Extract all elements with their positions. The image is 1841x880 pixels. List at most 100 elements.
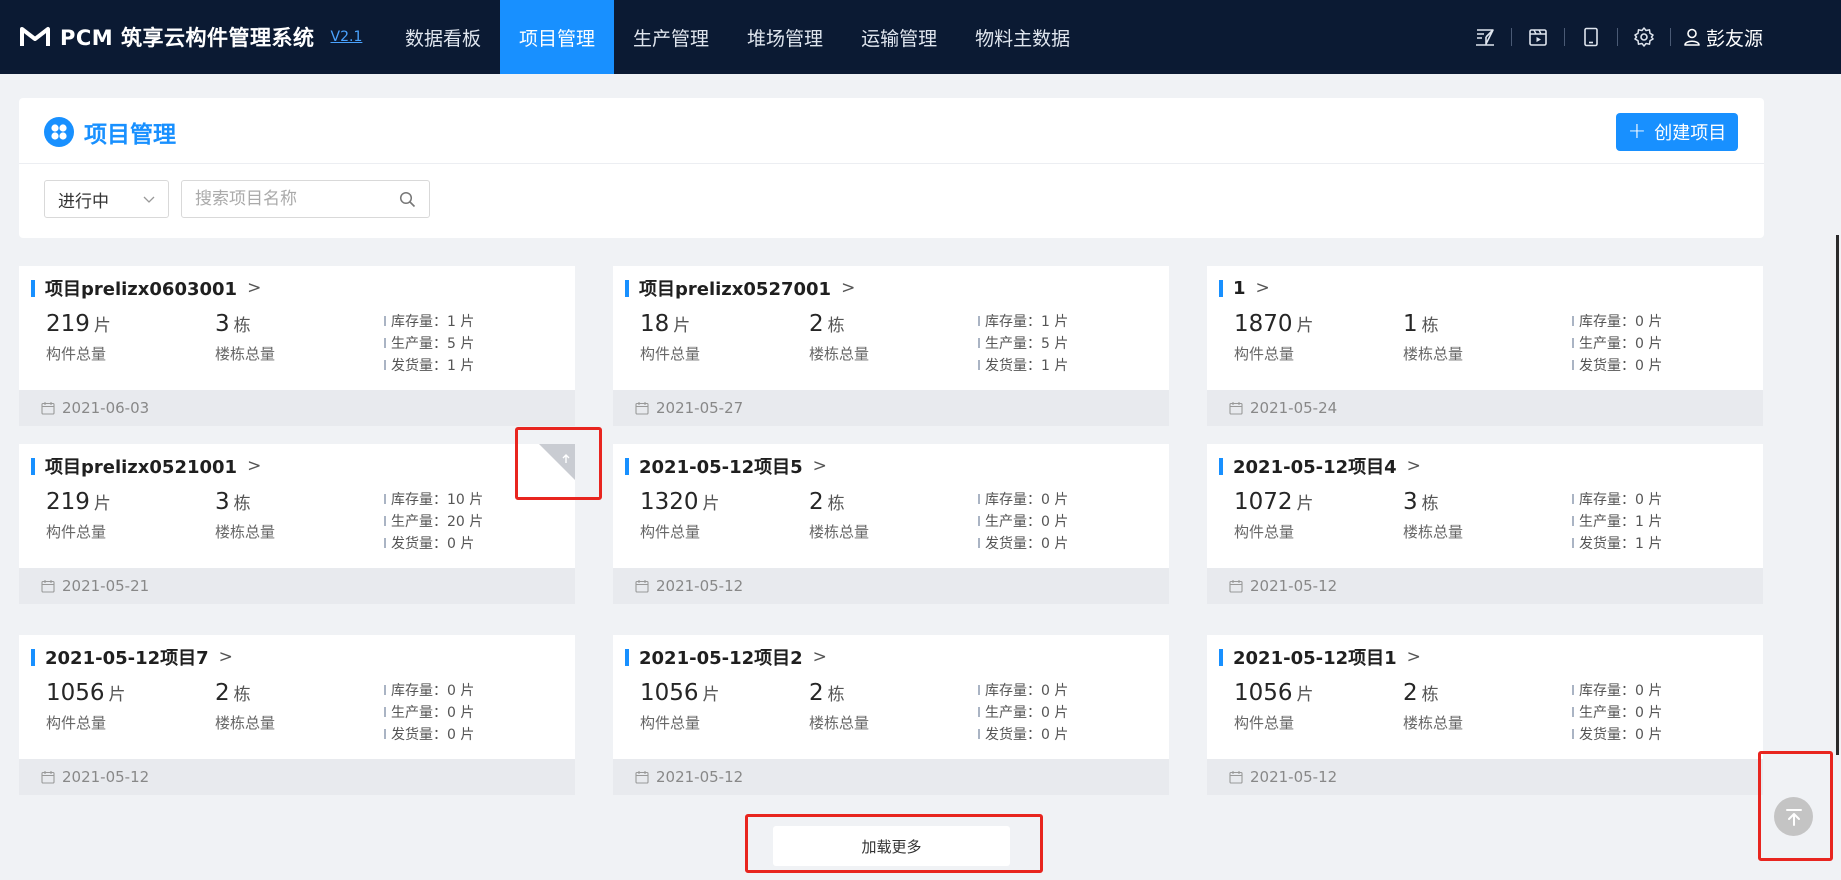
project-title-link[interactable]: 2021-05-12项目2 > bbox=[625, 646, 827, 669]
stock-stats: 库存量： 0 片 生产量： 0 片 发货量： 0 片 bbox=[1572, 310, 1662, 376]
card-footer: 2021-05-21 bbox=[19, 568, 575, 604]
shipped-value: 0 片 bbox=[1041, 536, 1069, 552]
components-label: 构件总量 bbox=[1234, 523, 1295, 541]
back-to-top-button[interactable] bbox=[1774, 797, 1813, 836]
components-label: 构件总量 bbox=[640, 345, 701, 363]
stat-marker bbox=[1572, 707, 1574, 717]
shipped-value: 0 片 bbox=[1041, 727, 1069, 743]
project-title-link[interactable]: 2021-05-12项目7 > bbox=[31, 646, 233, 669]
unit-label: 栋 bbox=[1421, 494, 1439, 514]
chevron-right-icon: > bbox=[247, 278, 262, 298]
produced-label: 生产量： bbox=[985, 514, 1041, 530]
video-icon[interactable] bbox=[1523, 22, 1553, 52]
project-name: 项目prelizx0527001 bbox=[639, 279, 832, 300]
project-card[interactable]: 项目prelizx0527001 > 18 片 构件总量 2栋 楼栋总量 库存量：… bbox=[613, 266, 1169, 426]
unit-label: 栋 bbox=[827, 494, 845, 514]
project-title-link[interactable]: 2021-05-12项目1 > bbox=[1219, 646, 1421, 669]
brand[interactable]: PCM 筑享云构件管理系统 V2.1 bbox=[20, 0, 362, 74]
unit-label: 栋 bbox=[233, 685, 251, 705]
project-name: 2021-05-12项目2 bbox=[639, 648, 803, 669]
produced-label: 生产量： bbox=[391, 336, 447, 352]
accent-bar bbox=[1219, 457, 1223, 475]
components-value: 1320 bbox=[640, 489, 699, 515]
components-value: 219 bbox=[46, 489, 90, 515]
unit-label: 片 bbox=[673, 316, 691, 336]
accent-bar bbox=[625, 279, 629, 297]
project-title-link[interactable]: 1 > bbox=[1219, 277, 1270, 299]
project-card[interactable]: 1 > 1870 片 构件总量 1栋 楼栋总量 库存量： 0 片 生产量： 0 片 发… bbox=[1207, 266, 1763, 426]
brand-name: PCM 筑享云构件管理系统 bbox=[60, 26, 315, 50]
nav-item-production[interactable]: 生产管理 bbox=[614, 0, 728, 74]
logo-icon bbox=[20, 27, 50, 46]
project-title-link[interactable]: 项目prelizx0521001 > bbox=[31, 455, 261, 478]
accent-bar bbox=[625, 457, 629, 475]
calendar-icon bbox=[41, 402, 55, 415]
status-filter-select[interactable]: 进行中 bbox=[44, 180, 169, 218]
produced-label: 生产量： bbox=[1579, 336, 1635, 352]
nav-item-project-management[interactable]: 项目管理 bbox=[500, 0, 615, 74]
produced-label: 生产量： bbox=[985, 336, 1041, 352]
arrow-up-to-top-icon bbox=[1785, 808, 1802, 826]
search-icon[interactable] bbox=[399, 191, 416, 208]
components-value: 1056 bbox=[1234, 680, 1293, 706]
user-menu[interactable]: 彭友源 bbox=[1682, 24, 1763, 51]
project-card[interactable]: 2021-05-12项目7 > 1056 片 构件总量 2栋 楼栋总量 库存量： 0… bbox=[19, 635, 575, 795]
stat-marker bbox=[1572, 338, 1574, 348]
nav-item-yard[interactable]: 堆场管理 bbox=[728, 0, 842, 74]
tablet-icon[interactable] bbox=[1576, 22, 1606, 52]
project-title-link[interactable]: 2021-05-12项目5 > bbox=[625, 455, 827, 478]
send-icon[interactable] bbox=[1470, 22, 1500, 52]
produced-value: 0 片 bbox=[1635, 336, 1663, 352]
components-metric: 219 片 构件总量 bbox=[46, 489, 111, 542]
components-metric: 1870 片 构件总量 bbox=[1234, 311, 1314, 364]
chevron-right-icon: > bbox=[1406, 647, 1421, 667]
unit-label: 栋 bbox=[827, 685, 845, 705]
topbar-actions: 彭友源 bbox=[1470, 0, 1763, 74]
stock-stats: 库存量： 0 片 生产量： 0 片 发货量： 0 片 bbox=[384, 679, 474, 745]
project-title-link[interactable]: 2021-05-12项目4 > bbox=[1219, 455, 1421, 478]
project-card[interactable]: 2021-05-12项目2 > 1056 片 构件总量 2栋 楼栋总量 库存量： 0… bbox=[613, 635, 1169, 795]
components-metric: 1320 片 构件总量 bbox=[640, 489, 720, 542]
project-title-link[interactable]: 项目prelizx0527001 > bbox=[625, 277, 855, 300]
annotation-box-pin bbox=[515, 427, 602, 500]
buildings-value: 2 bbox=[215, 680, 230, 706]
stat-marker bbox=[384, 338, 386, 348]
project-title-link[interactable]: 项目prelizx0603001 > bbox=[31, 277, 262, 300]
user-name: 彭友源 bbox=[1705, 27, 1763, 50]
nav-item-dashboard[interactable]: 数据看板 bbox=[386, 0, 500, 74]
stat-marker bbox=[384, 494, 386, 504]
project-card[interactable]: 2021-05-12项目1 > 1056 片 构件总量 2栋 楼栋总量 库存量： 0… bbox=[1207, 635, 1763, 795]
project-date: 2021-05-27 bbox=[656, 399, 744, 417]
project-card[interactable]: 项目prelizx0603001 > 219 片 构件总量 3栋 楼栋总量 库存量… bbox=[19, 266, 575, 426]
search-input[interactable] bbox=[182, 181, 429, 217]
nav-item-transport[interactable]: 运输管理 bbox=[842, 0, 956, 74]
card-footer: 2021-05-12 bbox=[613, 759, 1169, 795]
components-value: 1056 bbox=[640, 680, 699, 706]
calendar-icon bbox=[1229, 580, 1243, 593]
stat-marker bbox=[1572, 316, 1574, 326]
toolbar-divider bbox=[1510, 28, 1512, 46]
stat-marker bbox=[978, 360, 980, 370]
page-scrollbar[interactable] bbox=[1836, 235, 1839, 755]
stock-stats: 库存量： 0 片 生产量： 0 片 发货量： 0 片 bbox=[1572, 679, 1662, 745]
shipped-value: 0 片 bbox=[1635, 358, 1663, 374]
buildings-value: 2 bbox=[809, 311, 824, 337]
project-name: 2021-05-12项目7 bbox=[45, 648, 209, 669]
project-name: 2021-05-12项目5 bbox=[639, 457, 803, 478]
produced-label: 生产量： bbox=[1579, 514, 1635, 530]
accent-bar bbox=[625, 648, 629, 666]
project-card[interactable]: 2021-05-12项目5 > 1320 片 构件总量 2栋 楼栋总量 库存量： 0… bbox=[613, 444, 1169, 604]
project-card[interactable]: 2021-05-12项目4 > 1072 片 构件总量 3栋 楼栋总量 库存量： 0… bbox=[1207, 444, 1763, 604]
calendar-icon bbox=[1229, 771, 1243, 784]
gear-icon[interactable] bbox=[1629, 22, 1659, 52]
project-name: 2021-05-12项目4 bbox=[1233, 457, 1397, 478]
stat-marker bbox=[384, 685, 386, 695]
components-metric: 1072 片 构件总量 bbox=[1234, 489, 1314, 542]
version-link[interactable]: V2.1 bbox=[331, 29, 363, 45]
produced-value: 0 片 bbox=[1635, 705, 1663, 721]
project-card[interactable]: 项目prelizx0521001 > 219 片 构件总量 3栋 楼栋总量 库存量… bbox=[19, 444, 575, 604]
produced-value: 5 片 bbox=[1041, 336, 1069, 352]
nav-item-material-master[interactable]: 物料主数据 bbox=[956, 0, 1089, 74]
buildings-label: 楼栋总量 bbox=[1403, 714, 1464, 732]
create-project-button[interactable]: + 创建项目 bbox=[1616, 113, 1738, 151]
